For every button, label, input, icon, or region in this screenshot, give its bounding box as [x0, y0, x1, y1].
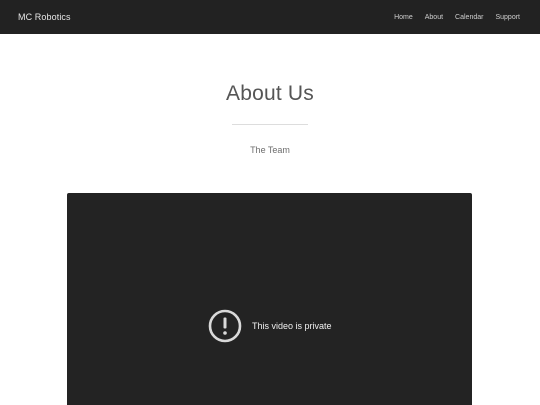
- brand-link[interactable]: MC Robotics: [18, 0, 71, 34]
- title-divider: [232, 124, 308, 125]
- page-subtitle: The Team: [250, 145, 290, 155]
- nav-link-home[interactable]: Home: [394, 14, 413, 21]
- private-video-notice: This video is private: [208, 309, 332, 343]
- video-player[interactable]: This video is private: [67, 193, 472, 405]
- nav-links: Home About Calendar Support: [394, 0, 520, 34]
- alert-circle-icon: [208, 309, 242, 343]
- top-navbar: MC Robotics Home About Calendar Support: [0, 0, 540, 34]
- private-video-message: This video is private: [252, 321, 332, 331]
- nav-link-about[interactable]: About: [425, 14, 443, 21]
- nav-link-calendar[interactable]: Calendar: [455, 14, 483, 21]
- page-title: About Us: [226, 82, 314, 105]
- nav-link-support[interactable]: Support: [495, 14, 520, 21]
